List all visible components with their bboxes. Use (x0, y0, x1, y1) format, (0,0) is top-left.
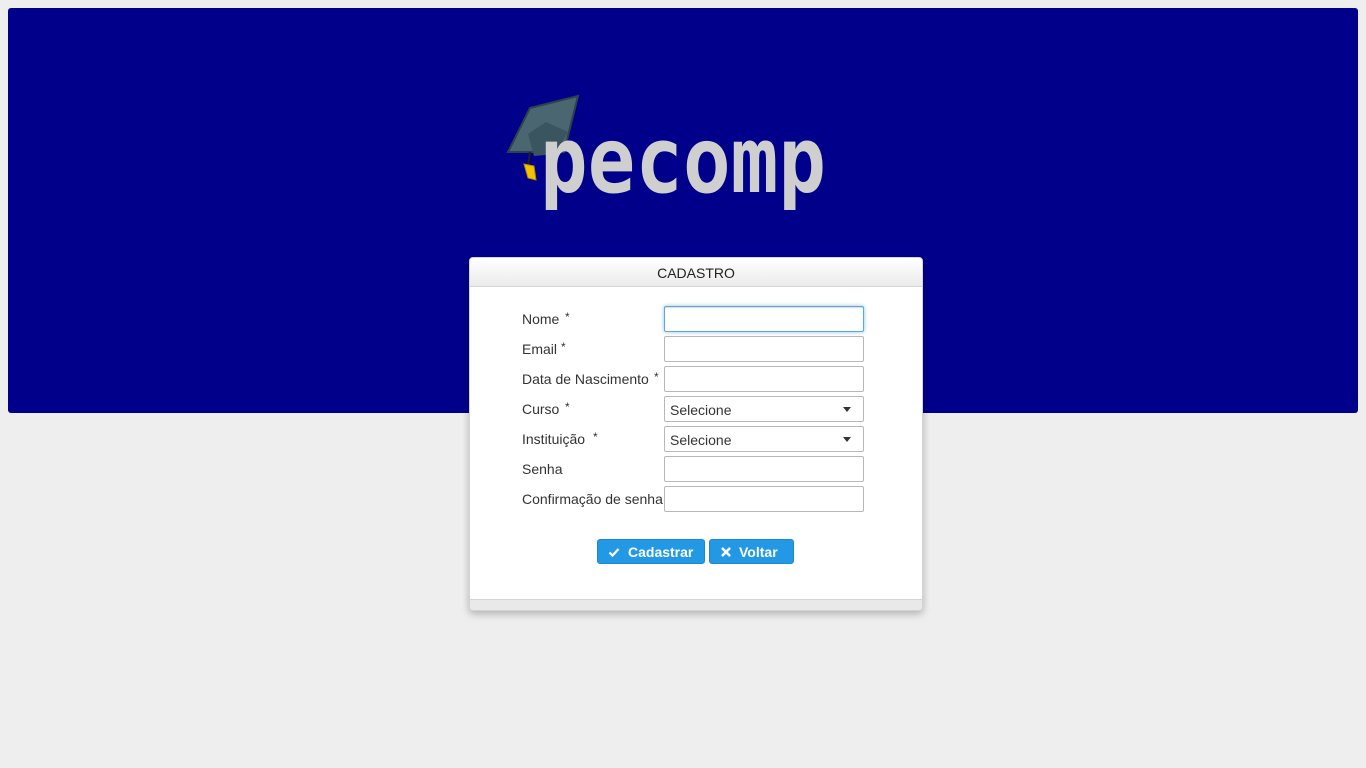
close-icon (721, 547, 731, 557)
signup-panel: CADASTRO Nome * Email * Data de Nascimen… (469, 257, 923, 611)
field-row-confirmacao-senha: Confirmação de senha (522, 486, 872, 512)
required-asterisk: * (561, 340, 566, 354)
password-confirm-input[interactable] (664, 486, 864, 512)
field-row-data-nascimento: Data de Nascimento * (522, 366, 872, 392)
nome-input[interactable] (664, 306, 864, 332)
check-icon (608, 548, 620, 558)
field-label-nome: Nome (522, 311, 560, 327)
field-row-nome: Nome * (522, 306, 872, 332)
curso-select[interactable]: Selecione (664, 396, 864, 422)
field-label-email: Email (522, 341, 558, 357)
chevron-down-icon[interactable] (843, 437, 851, 442)
pecomp-logo: pecomp (506, 94, 826, 210)
chevron-down-icon[interactable] (843, 407, 851, 412)
field-label-confirmacao-senha: Confirmação de senha (522, 491, 663, 507)
field-label-data-nascimento: Data de Nascimento (522, 371, 649, 387)
instituicao-select-value: Selecione (670, 432, 732, 448)
field-label-instituicao: Instituição (522, 431, 586, 447)
required-asterisk: * (565, 310, 570, 324)
required-asterisk: * (654, 370, 659, 384)
field-label-senha: Senha (522, 461, 563, 477)
required-asterisk: * (593, 430, 598, 444)
panel-title: CADASTRO (470, 258, 922, 287)
required-asterisk: * (565, 400, 570, 414)
instituicao-select[interactable]: Selecione (664, 426, 864, 452)
voltar-button-label: Voltar (739, 544, 778, 560)
password-input[interactable] (664, 456, 864, 482)
birthdate-input[interactable] (664, 366, 864, 392)
cadastrar-button[interactable]: Cadastrar (597, 539, 705, 564)
field-row-senha: Senha (522, 456, 872, 482)
voltar-button[interactable]: Voltar (709, 539, 794, 564)
curso-select-value: Selecione (670, 402, 732, 418)
logo-text: pecomp (540, 107, 826, 210)
field-row-email: Email * (522, 336, 872, 362)
email-input[interactable] (664, 336, 864, 362)
cadastrar-button-label: Cadastrar (628, 544, 694, 560)
field-label-curso: Curso (522, 401, 560, 417)
panel-footer (470, 599, 922, 610)
field-row-curso: Curso * Selecione (522, 396, 872, 422)
field-row-instituicao: Instituição * Selecione (522, 426, 872, 452)
